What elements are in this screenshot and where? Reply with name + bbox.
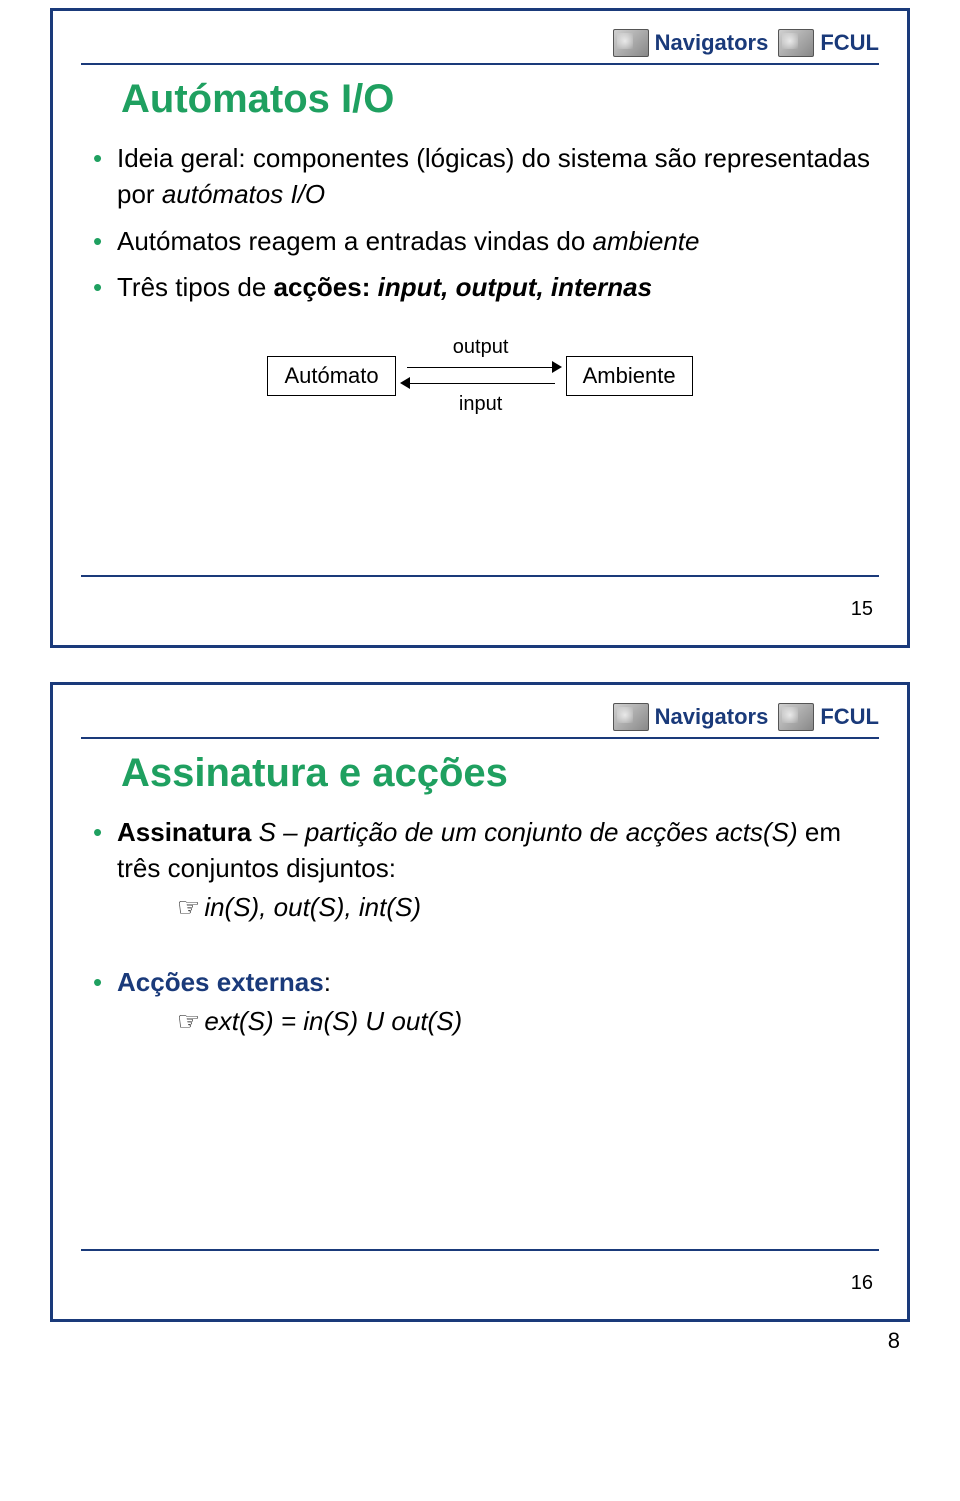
bullet-text: S – partição de um conjunto de acções xyxy=(251,817,715,847)
navigators-label: Navigators xyxy=(655,704,769,730)
bullet-tail: : xyxy=(324,967,331,997)
bullet-emphasis: autómatos I/O xyxy=(162,179,325,209)
fcul-branding: FCUL xyxy=(778,703,879,731)
bullet-item: Ideia geral: componentes (lógicas) do si… xyxy=(89,140,879,213)
arrow-label-output: output xyxy=(453,336,509,359)
bullet-emphasis: acts(S) xyxy=(715,817,797,847)
slide-title: Autómatos I/O xyxy=(121,77,879,122)
page-number: 8 xyxy=(0,1322,960,1364)
sub-bullet: ☞in(S), out(S), int(S) xyxy=(177,887,879,929)
bullet-list: Assinatura S – partição de um conjunto d… xyxy=(81,814,879,928)
fcul-branding: FCUL xyxy=(778,29,879,57)
slide-assinatura-acoes: Navigators FCUL Assinatura e acções Assi… xyxy=(50,682,910,1322)
slide-number: 16 xyxy=(851,1272,873,1295)
footer-divider xyxy=(81,1249,879,1251)
bullet-list: Ideia geral: componentes (lógicas) do si… xyxy=(81,140,879,306)
bullet-item: Autómatos reagem a entradas vindas do am… xyxy=(89,223,879,259)
navigators-branding: Navigators xyxy=(613,703,769,731)
diagram-arrows: output input xyxy=(396,336,566,416)
header-divider xyxy=(81,737,879,739)
fcul-logo-icon xyxy=(778,29,814,57)
diagram-box-ambiente: Ambiente xyxy=(566,356,693,396)
bullet-accent: Acções externas xyxy=(117,967,324,997)
footer-divider xyxy=(81,575,879,577)
slide-number: 15 xyxy=(851,598,873,621)
navigators-logo-icon xyxy=(613,703,649,731)
bullet-emphasis: ambiente xyxy=(593,226,700,256)
bullet-text: Três tipos de xyxy=(117,272,274,302)
bullet-bold: Assinatura xyxy=(117,817,251,847)
arrow-right-icon xyxy=(401,361,561,375)
bullet-item: Três tipos de acções: input, output, int… xyxy=(89,269,879,305)
slide-automatos-io: Navigators FCUL Autómatos I/O Ideia gera… xyxy=(50,8,910,648)
fcul-label: FCUL xyxy=(820,30,879,56)
arrow-label-input: input xyxy=(459,393,502,416)
navigators-label: Navigators xyxy=(655,30,769,56)
bullet-item: Acções externas: ☞ext(S) = in(S) U out(S… xyxy=(89,964,879,1042)
diagram-box-automato: Autómato xyxy=(267,356,395,396)
sub-bullet-text: in(S), out(S), int(S) xyxy=(204,892,421,922)
fcul-logo-icon xyxy=(778,703,814,731)
bullet-bold: acções: xyxy=(274,272,378,302)
navigators-branding: Navigators xyxy=(613,29,769,57)
pointing-hand-icon: ☞ xyxy=(177,1006,200,1036)
bullet-list: Acções externas: ☞ext(S) = in(S) U out(S… xyxy=(81,964,879,1042)
bullet-emphasis: input, output, internas xyxy=(378,272,652,302)
bullet-item: Assinatura S – partição de um conjunto d… xyxy=(89,814,879,928)
arrow-left-icon xyxy=(401,377,561,391)
header-divider xyxy=(81,63,879,65)
io-diagram: Autómato output input Ambiente xyxy=(81,336,879,416)
fcul-label: FCUL xyxy=(820,704,879,730)
sub-bullet: ☞ext(S) = in(S) U out(S) xyxy=(177,1001,879,1043)
slide-header: Navigators FCUL xyxy=(81,29,879,57)
navigators-logo-icon xyxy=(613,29,649,57)
sub-bullet-text: ext(S) = in(S) U out(S) xyxy=(204,1006,462,1036)
slide-title: Assinatura e acções xyxy=(121,751,879,796)
pointing-hand-icon: ☞ xyxy=(177,892,200,922)
slide-header: Navigators FCUL xyxy=(81,703,879,731)
bullet-text: Autómatos reagem a entradas vindas do xyxy=(117,226,593,256)
